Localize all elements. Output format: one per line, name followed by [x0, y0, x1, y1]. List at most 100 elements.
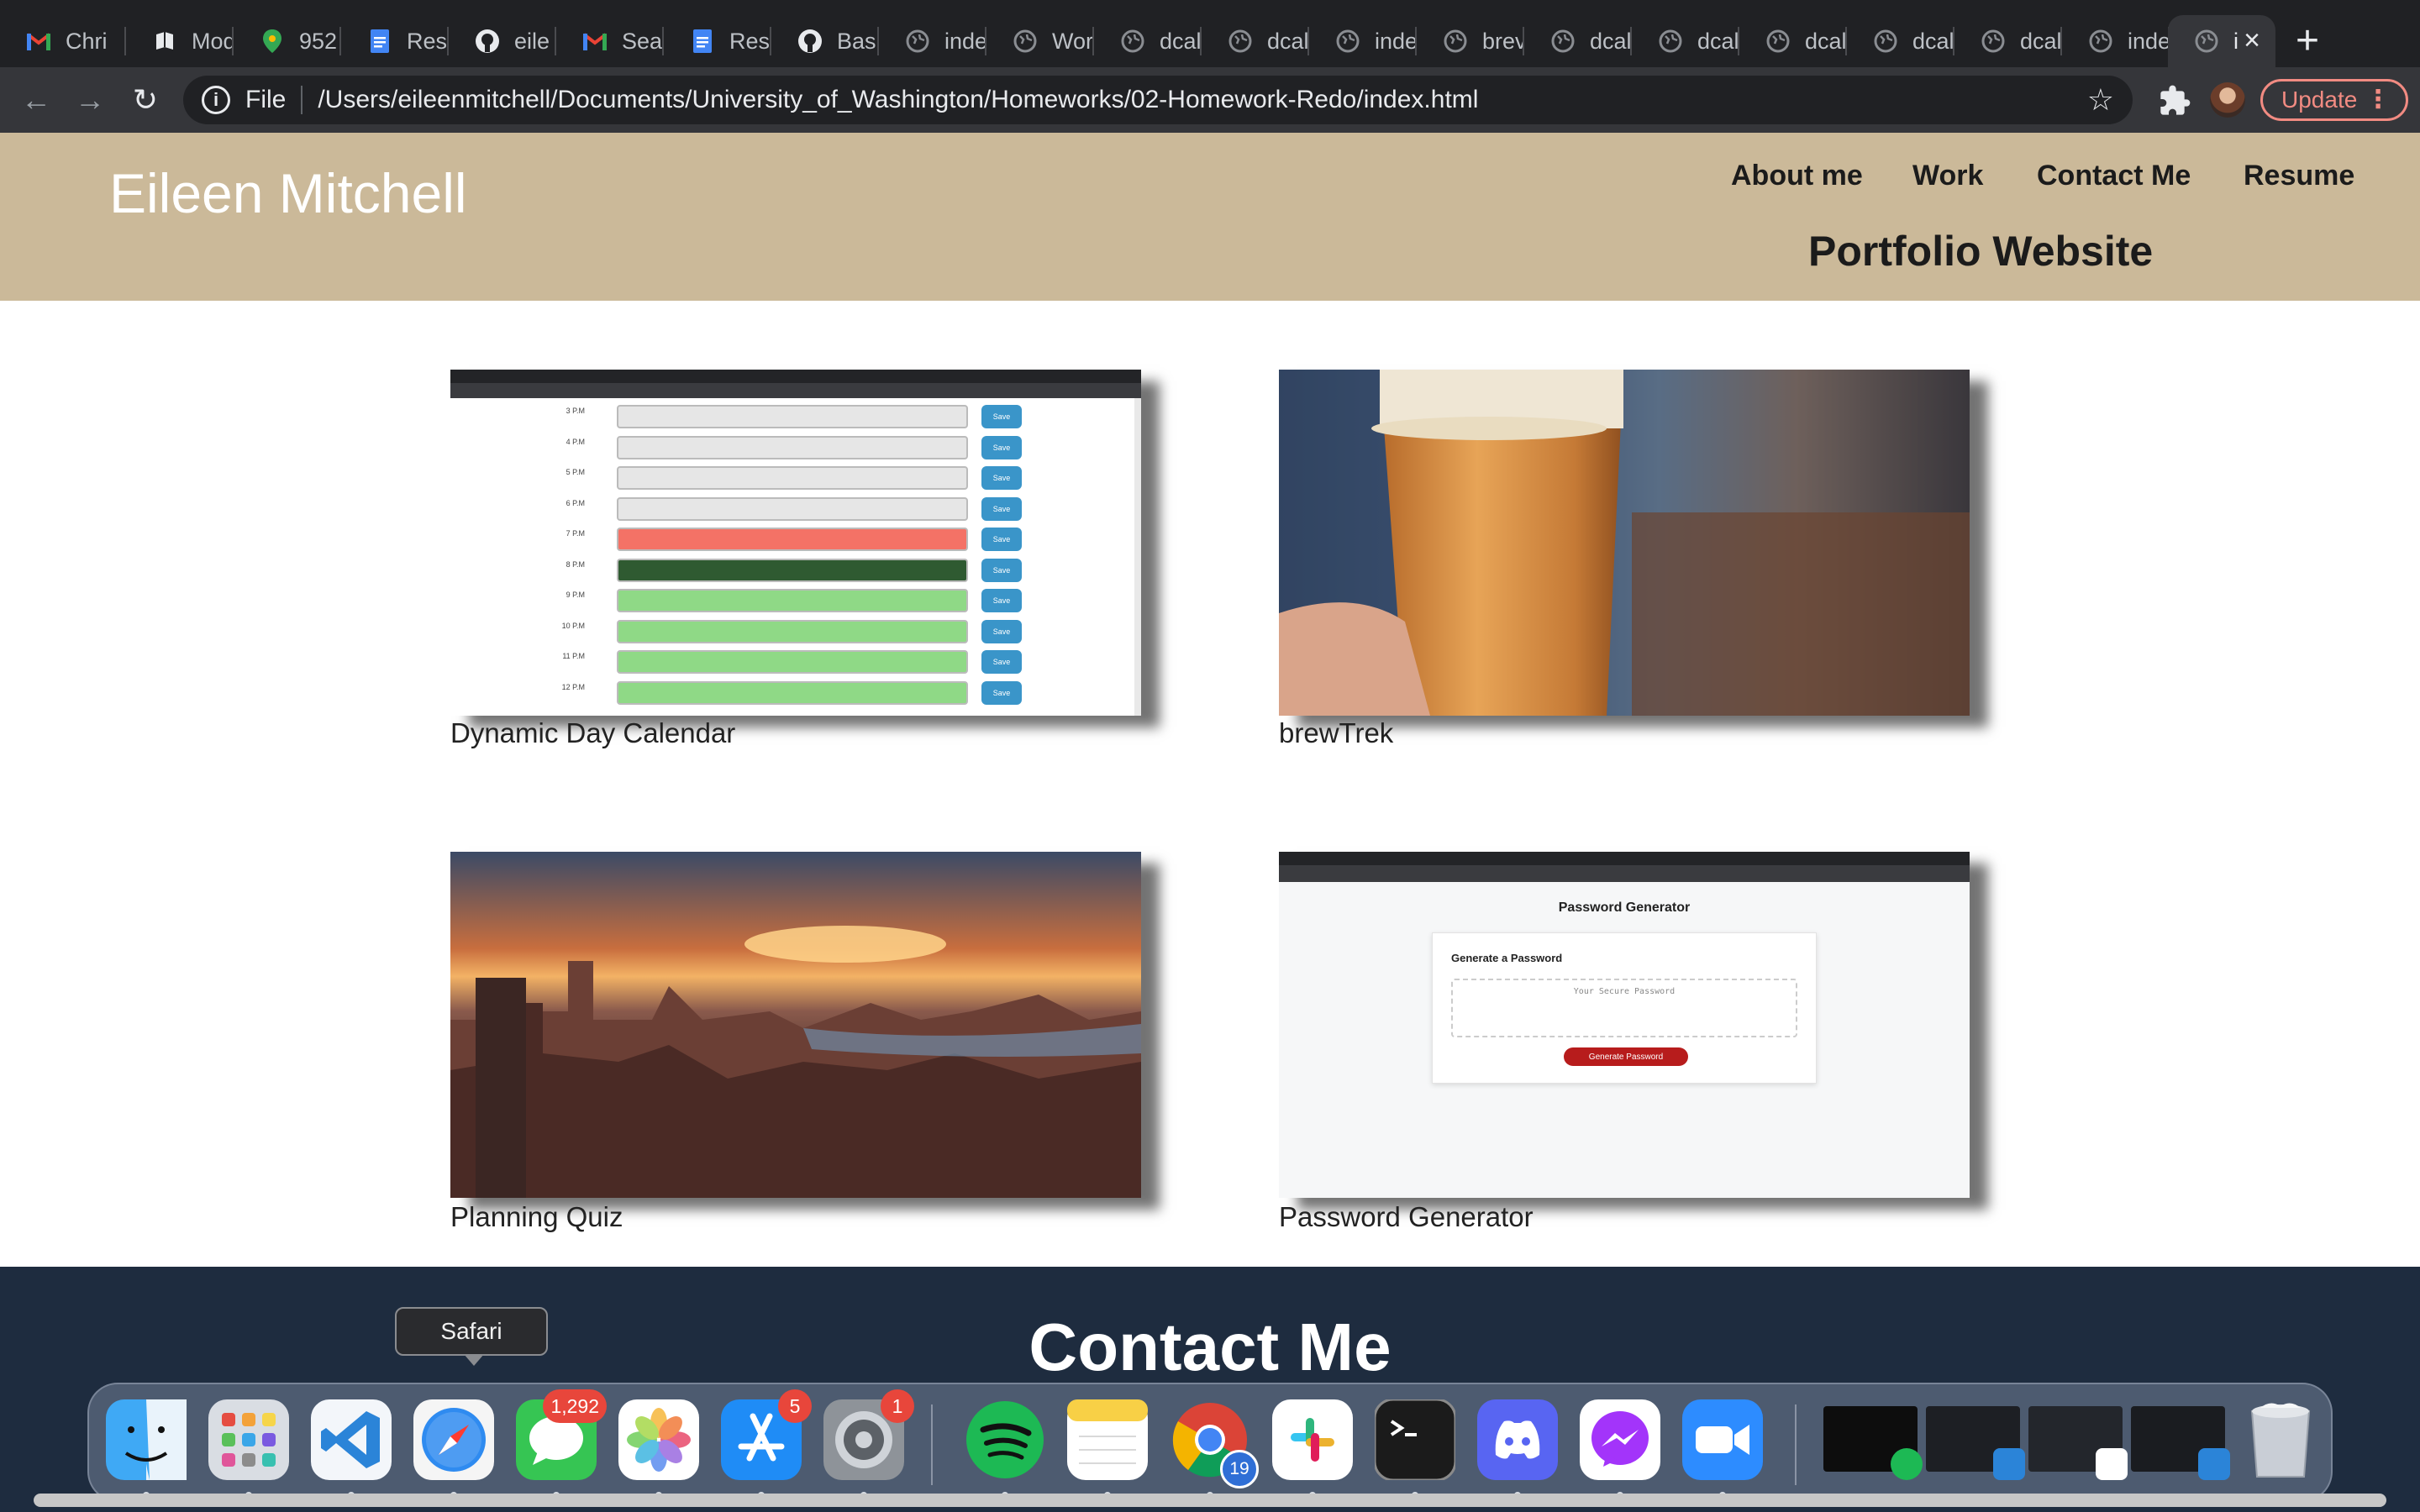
- project-caption-brewtrek[interactable]: brewTrek: [1279, 717, 1393, 749]
- slack-mini-icon: [2096, 1448, 2128, 1480]
- project-thumbnail-brewtrek[interactable]: [1279, 370, 1970, 716]
- browser-tab[interactable]: dcal: [1739, 15, 1847, 67]
- menu-kebab-icon[interactable]: ⋮: [2365, 85, 2391, 114]
- browser-tab[interactable]: brev: [1417, 15, 1524, 67]
- globe-icon: [1765, 28, 1791, 55]
- trash-icon[interactable]: [2240, 1399, 2321, 1480]
- project-caption-password-generator[interactable]: Password Generator: [1279, 1201, 1534, 1233]
- browser-tab[interactable]: inde: [879, 15, 986, 67]
- slack-icon[interactable]: [1272, 1399, 1353, 1499]
- vscode-icon[interactable]: [311, 1399, 392, 1499]
- browser-tab[interactable]: Chri: [0, 15, 126, 67]
- minimized-window-vscode-2[interactable]: [2131, 1406, 2230, 1480]
- browser-tab[interactable]: dcal: [1632, 15, 1739, 67]
- thumb-hour-label: 6 P.M: [566, 498, 585, 507]
- close-tab-icon[interactable]: ×: [2244, 25, 2260, 55]
- nav-link-work[interactable]: Work: [1912, 160, 1983, 192]
- app-store-icon[interactable]: 5: [721, 1389, 812, 1499]
- discord-icon[interactable]: [1477, 1399, 1558, 1499]
- spotify-mini-icon: [1891, 1448, 1923, 1480]
- docs-icon: [366, 28, 393, 55]
- browser-tab[interactable]: dcal: [1954, 15, 2062, 67]
- thumb-save-button: Save: [981, 405, 1022, 428]
- thumb-password-heading: Generate a Password: [1451, 952, 1563, 964]
- finder-icon[interactable]: [106, 1399, 187, 1499]
- browser-tab[interactable]: Resu: [341, 15, 449, 67]
- browser-tab[interactable]: i ×: [2168, 15, 2275, 67]
- tab-title: Sear: [622, 28, 664, 54]
- zoom-icon[interactable]: [1682, 1399, 1763, 1499]
- minimized-window-spotify[interactable]: [1823, 1406, 1923, 1480]
- tab-title: i: [2233, 28, 2238, 54]
- thumb-calendar-row: 9 P.M Save: [450, 589, 1141, 619]
- thumb-scrollbar: [1134, 398, 1141, 716]
- address-url[interactable]: /Users/eileenmitchell/Documents/Universi…: [318, 86, 1478, 114]
- browser-tab[interactable]: dcal: [1847, 15, 1954, 67]
- thumb-hour-label: 3 P.M: [566, 407, 585, 415]
- browser-tab[interactable]: inde: [2062, 15, 2170, 67]
- globe-icon: [1657, 28, 1684, 55]
- minimized-window-slack[interactable]: [2028, 1406, 2128, 1480]
- thumb-hour-textarea: [617, 528, 968, 551]
- browser-tab[interactable]: dcal: [1524, 15, 1632, 67]
- back-icon[interactable]: ←: [17, 81, 55, 119]
- browser-tab[interactable]: Basi: [771, 15, 879, 67]
- thumb-calendar-row: 6 P.M Save: [450, 496, 1141, 528]
- project-caption-calendar[interactable]: Dynamic Day Calendar: [450, 717, 735, 749]
- globe-icon: [2193, 28, 2220, 55]
- update-button[interactable]: Update ⋮: [2260, 79, 2408, 121]
- contact-title: Contact Me: [1028, 1310, 1392, 1384]
- bookmark-star-icon[interactable]: ☆: [2087, 82, 2114, 118]
- new-tab-button[interactable]: +: [2296, 20, 2319, 62]
- browser-tab[interactable]: eile: [449, 15, 556, 67]
- profile-avatar[interactable]: [2210, 82, 2245, 118]
- system-preferences-icon[interactable]: 1: [823, 1389, 914, 1499]
- browser-tab[interactable]: 952: [234, 15, 341, 67]
- vscode-mini-icon: [1993, 1448, 2025, 1480]
- site-name[interactable]: Eileen Mitchell: [109, 161, 467, 225]
- browser-tab[interactable]: Mod: [126, 15, 234, 67]
- project-thumbnail-planning-quiz[interactable]: [450, 852, 1141, 1198]
- browser-tab[interactable]: dcal: [1094, 15, 1202, 67]
- globe-icon: [1012, 28, 1039, 55]
- web-page: Eileen Mitchell About me Work Contact Me…: [0, 133, 2420, 1512]
- photos-icon[interactable]: [618, 1399, 699, 1499]
- thumb-calendar-row: 4 P.M Save: [450, 435, 1141, 466]
- chrome-icon[interactable]: 19: [1170, 1399, 1259, 1499]
- nav-link-resume[interactable]: Resume: [2244, 160, 2354, 192]
- notes-icon[interactable]: [1067, 1399, 1148, 1499]
- tab-title: Resu: [729, 28, 771, 54]
- site-info-icon[interactable]: i: [202, 86, 230, 114]
- terminal-icon[interactable]: [1375, 1399, 1455, 1499]
- address-bar[interactable]: i File /Users/eileenmitchell/Documents/U…: [183, 76, 2133, 124]
- nav-link-about-me[interactable]: About me: [1731, 160, 1863, 192]
- nav-link-contact-me[interactable]: Contact Me: [2037, 160, 2191, 192]
- site-header: Eileen Mitchell About me Work Contact Me…: [0, 133, 2420, 301]
- page-horizontal-scrollbar[interactable]: [34, 1494, 2386, 1507]
- messenger-icon[interactable]: [1580, 1399, 1660, 1499]
- messages-icon[interactable]: 1,292: [516, 1389, 607, 1499]
- browser-tab[interactable]: inde: [1309, 15, 1417, 67]
- tab-title: dcal: [1160, 28, 1202, 54]
- project-thumbnail-password-generator[interactable]: Password Generator Generate a Password Y…: [1279, 852, 1970, 1198]
- minimized-window-vscode-1[interactable]: [1926, 1406, 2025, 1480]
- browser-tab[interactable]: Wor: [986, 15, 1094, 67]
- project-caption-planning-quiz[interactable]: Planning Quiz: [450, 1201, 623, 1233]
- forward-icon[interactable]: →: [71, 81, 109, 119]
- globe-icon: [1227, 28, 1254, 55]
- browser-tab[interactable]: dcal: [1202, 15, 1309, 67]
- safari-icon[interactable]: [413, 1399, 494, 1499]
- reload-icon[interactable]: ↻: [126, 81, 165, 119]
- spotify-icon[interactable]: [965, 1399, 1045, 1499]
- thumb-save-button: Save: [981, 528, 1022, 551]
- thumb-hour-textarea: [617, 650, 968, 674]
- tab-title: 952: [299, 28, 338, 54]
- thumb-save-button: Save: [981, 680, 1022, 705]
- browser-tab[interactable]: Sear: [556, 15, 664, 67]
- thumb-hour-label: 12 P.M: [561, 682, 585, 691]
- thumb-hour-textarea: [617, 496, 968, 521]
- project-thumbnail-calendar[interactable]: 3 P.M Save 4 P.M Save 5 P.M Save 6 P.M Save 7 P.…: [450, 370, 1141, 716]
- browser-tab[interactable]: Resu: [664, 15, 771, 67]
- extensions-puzzle-icon[interactable]: [2158, 84, 2191, 118]
- launchpad-icon[interactable]: [208, 1399, 289, 1499]
